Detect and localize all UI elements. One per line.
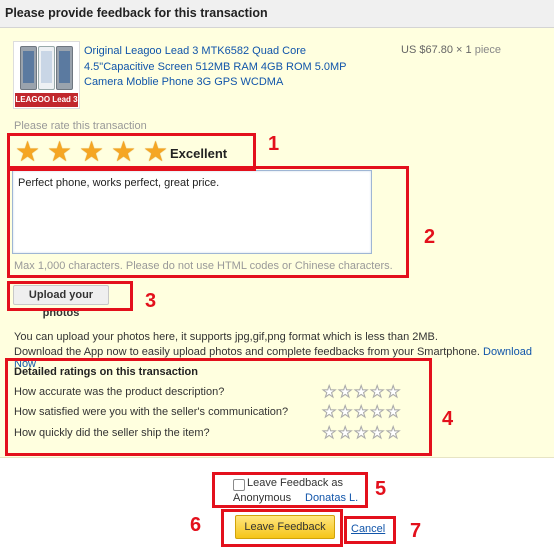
- phone-image: [56, 46, 73, 90]
- thumbnail-brand-label: LEAGOO Lead 3: [15, 93, 78, 107]
- app-download-description: Download the App now to easily upload ph…: [14, 346, 480, 358]
- panel-divider: [0, 457, 554, 458]
- product-title-line: 4.5"Capacitive Screen 512MB RAM 4GB ROM …: [84, 60, 347, 73]
- product-title-link[interactable]: Original Leagoo Lead 3 MTK6582 Quad Core…: [84, 44, 354, 91]
- annotation-box-7: [344, 516, 396, 544]
- phone-image: [38, 46, 55, 90]
- dialog-title: Please provide feedback for this transac…: [5, 6, 268, 20]
- annotation-number-6: 6: [190, 514, 202, 536]
- product-price: US $67.80 × 1 piece: [401, 44, 501, 56]
- price-quantity: × 1: [456, 44, 472, 56]
- price-unit: piece: [474, 44, 502, 56]
- phone-image: [20, 46, 37, 90]
- annotation-number-1: 1: [268, 133, 280, 155]
- rate-label: Please rate this transaction: [14, 120, 147, 132]
- price-value: US $67.80: [401, 44, 453, 56]
- annotation-number-4: 4: [442, 408, 454, 430]
- annotation-number-2: 2: [424, 226, 436, 248]
- annotation-box-6: [221, 509, 343, 547]
- annotation-box-5: [212, 472, 368, 508]
- product-thumbnail[interactable]: LEAGOO Lead 3: [13, 41, 80, 109]
- annotation-box-4: [5, 358, 432, 456]
- product-title-line: Camera Moblie Phone 3G GPS WCDMA: [84, 76, 284, 88]
- annotation-box-3: [7, 281, 133, 311]
- upload-info-text: You can upload your photos here, it supp…: [14, 331, 438, 343]
- annotation-number-7: 7: [410, 520, 422, 542]
- product-title-line: Original Leagoo Lead 3 MTK6582 Quad Core: [84, 45, 306, 57]
- annotation-number-5: 5: [375, 478, 387, 500]
- annotation-number-3: 3: [145, 290, 157, 312]
- dialog-header: Please provide feedback for this transac…: [0, 0, 554, 28]
- annotation-box-2: [7, 166, 409, 278]
